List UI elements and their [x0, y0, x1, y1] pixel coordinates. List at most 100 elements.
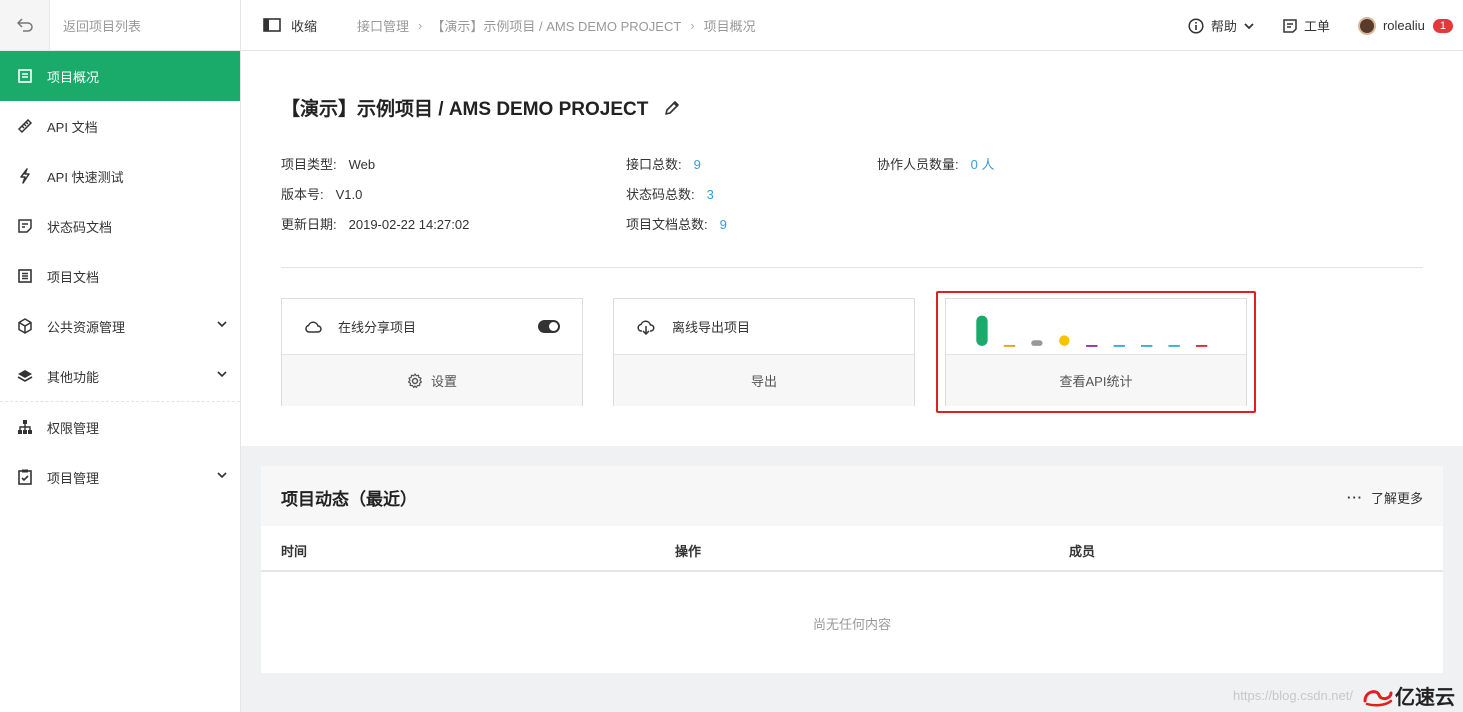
watermark: https://blog.csdn.net/ 亿速云	[1233, 681, 1455, 710]
sidebar-item-label: 项目管理	[47, 470, 100, 486]
project-version-label: 版本号:	[281, 187, 324, 202]
member-count: 协作人员数量: 0 人	[877, 154, 994, 173]
top-bar: 收缩 接口管理 › 【演示】示例项目 / AMS DEMO PROJECT › …	[241, 0, 1463, 51]
cloud-icon	[305, 321, 322, 333]
chevron-down-icon	[217, 371, 227, 378]
project-activity-panel: 项目动态（最近） ··· 了解更多 时间 操作 成员 尚无任何内容	[261, 466, 1443, 673]
api-total-value[interactable]: 9	[694, 157, 701, 172]
doc-total: 项目文档总数: 9	[626, 214, 727, 233]
learn-more-label: 了解更多	[1370, 491, 1423, 506]
api-total: 接口总数: 9	[626, 154, 701, 173]
export-card: 离线导出项目 导出	[613, 298, 915, 406]
breadcrumb-item-current: 项目概况	[703, 18, 756, 34]
ticket-icon	[1283, 18, 1297, 33]
layers-icon	[17, 368, 33, 384]
share-toggle[interactable]	[538, 320, 560, 333]
project-version: 版本号: V1.0	[281, 184, 362, 203]
cloud-download-icon	[637, 320, 655, 335]
status-total-value[interactable]: 3	[707, 187, 714, 202]
project-title: 【演示】示例项目 / AMS DEMO PROJECT	[281, 94, 680, 121]
back-arrow-icon[interactable]	[0, 0, 50, 50]
sidebar-collapse-icon	[263, 18, 281, 32]
lightning-icon	[17, 168, 33, 184]
share-card-header: 在线分享项目	[282, 299, 582, 355]
user-menu[interactable]: rolealiu 1	[1357, 16, 1453, 35]
sidebar-item-api-docs[interactable]: API 文档	[0, 101, 240, 151]
project-version-value: V1.0	[335, 187, 363, 202]
notification-badge[interactable]: 1	[1432, 18, 1453, 33]
user-name: rolealiu	[1382, 18, 1425, 33]
cube-icon	[17, 318, 33, 334]
breadcrumb-separator-icon: ›	[690, 17, 695, 33]
chevron-down-icon	[217, 321, 227, 328]
export-button[interactable]: 导出	[614, 355, 914, 406]
sidebar-item-label: 权限管理	[47, 420, 100, 436]
document-icon	[17, 268, 33, 284]
ticket-button[interactable]: 工单	[1283, 16, 1330, 35]
export-title: 离线导出项目	[672, 320, 751, 335]
api-total-label: 接口总数:	[626, 157, 682, 172]
back-label[interactable]: 返回项目列表	[50, 16, 141, 35]
share-label: 在线分享项目	[338, 320, 417, 335]
code-doc-icon	[17, 218, 33, 234]
status-total-label: 状态码总数:	[626, 187, 695, 202]
column-header-member: 成员	[1069, 544, 1096, 559]
project-updated: 更新日期: 2019-02-22 14:27:02	[281, 214, 469, 233]
sidebar-item-permissions[interactable]: 权限管理	[0, 402, 240, 452]
gear-icon	[407, 372, 423, 388]
breadcrumb-item[interactable]: 接口管理	[357, 16, 409, 35]
sidebar-item-project-docs[interactable]: 项目文档	[0, 251, 240, 301]
export-label: 导出	[750, 374, 777, 389]
sidebar-item-label: 项目文档	[47, 269, 100, 285]
sidebar-item-label: API 文档	[47, 119, 98, 135]
sidebar-item-status-codes[interactable]: 状态码文档	[0, 201, 240, 251]
sidebar-item-other-features[interactable]: 其他功能	[0, 351, 240, 401]
ticket-label: 工单	[1303, 19, 1330, 34]
member-count-value[interactable]: 0 人	[971, 157, 995, 172]
divider	[281, 267, 1423, 268]
sidebar-item-label: API 快速测试	[47, 169, 124, 185]
sidebar-item-public-resources[interactable]: 公共资源管理	[0, 301, 240, 351]
collapse-button[interactable]: 收缩	[263, 16, 317, 35]
member-count-label: 协作人员数量:	[877, 157, 959, 172]
info-icon	[1188, 17, 1204, 34]
sidebar: 返回项目列表 项目概况 API 文档 API 快速测试 状态码文档 项目文档 公…	[0, 0, 241, 712]
column-header-time: 时间	[281, 544, 308, 559]
sidebar-item-label: 项目概况	[47, 69, 100, 85]
project-type-label: 项目类型:	[281, 157, 337, 172]
sidebar-item-label: 状态码文档	[47, 219, 113, 235]
project-updated-value: 2019-02-22 14:27:02	[348, 217, 470, 232]
more-dots-icon: ···	[1346, 490, 1363, 505]
overview-icon	[17, 68, 33, 84]
collapse-label: 收缩	[291, 18, 318, 34]
chevron-down-icon	[1244, 22, 1254, 29]
learn-more-link[interactable]: ··· 了解更多	[1347, 488, 1423, 507]
project-title-text: 【演示】示例项目 / AMS DEMO PROJECT	[281, 99, 649, 120]
chevron-down-icon	[217, 472, 227, 479]
sidebar-item-label: 公共资源管理	[47, 319, 126, 335]
settings-button[interactable]: 设置	[282, 355, 582, 406]
project-updated-label: 更新日期:	[281, 217, 337, 232]
activity-title: 项目动态（最近）	[281, 490, 417, 509]
doc-total-label: 项目文档总数:	[626, 217, 708, 232]
sidebar-item-overview[interactable]: 项目概况	[0, 51, 240, 101]
ruler-icon	[17, 118, 33, 134]
help-menu[interactable]: 帮助	[1188, 16, 1255, 35]
empty-state: 尚无任何内容	[812, 617, 891, 632]
sidebar-item-api-test[interactable]: API 快速测试	[0, 151, 240, 201]
share-card: 在线分享项目 设置	[281, 298, 583, 406]
hierarchy-icon	[17, 419, 33, 435]
avatar	[1357, 16, 1376, 35]
clipboard-check-icon	[17, 469, 33, 485]
project-type-value: Web	[348, 157, 376, 172]
breadcrumb-separator-icon: ›	[418, 17, 423, 33]
back-to-projects[interactable]: 返回项目列表	[0, 0, 240, 51]
sidebar-item-project-management[interactable]: 项目管理	[0, 452, 240, 502]
breadcrumb-item[interactable]: 【演示】示例项目 / AMS DEMO PROJECT	[431, 16, 681, 35]
highlight-frame	[936, 291, 1256, 413]
edit-pencil-icon[interactable]	[664, 100, 680, 116]
status-total: 状态码总数: 3	[626, 184, 714, 203]
export-card-header: 离线导出项目	[614, 299, 914, 355]
doc-total-value[interactable]: 9	[720, 217, 727, 232]
sidebar-item-label: 其他功能	[47, 369, 100, 385]
